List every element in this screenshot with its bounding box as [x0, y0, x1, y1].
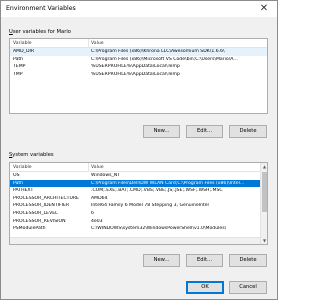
ok-button[interactable]: OK: [186, 281, 224, 294]
table-row[interactable]: OS Windows_NT: [10, 172, 267, 180]
table-row[interactable]: PROCESSOR_LEVEL 6: [10, 210, 267, 218]
environment-variables-dialog: Environment Variables ✕ User variables f…: [0, 0, 278, 300]
table-row[interactable]: Path C:\Program Files (x86)\Microsoft VS…: [10, 56, 267, 64]
variable-name: PROCESSOR_LEVEL: [13, 211, 58, 216]
table-row[interactable]: PROCESSOR_ARCHITECTURE AMD64: [10, 195, 267, 203]
table-row[interactable]: TMP %USERPROFILE%\AppData\Local\Temp: [10, 71, 267, 79]
system-edit-button[interactable]: Edit...: [186, 254, 223, 267]
system-delete-button[interactable]: Delete: [229, 254, 267, 267]
column-header-variable[interactable]: Variable: [13, 165, 32, 170]
variable-value: Intel64 Family 6 Model 78 Stepping 3, Ge…: [91, 203, 209, 209]
variable-name: TEMP: [13, 64, 26, 70]
variable-name: PROCESSOR_REVISION: [13, 218, 66, 224]
variable-name: AMD_DIR: [13, 49, 35, 54]
variable-name: Path: [13, 56, 24, 62]
variable-value: 6: [91, 211, 94, 216]
title-bar: Environment Variables ✕: [1, 1, 277, 17]
table-row[interactable]: AMD_DIR C:\Program Files (x86)\Khrona LL…: [10, 48, 267, 56]
table-row[interactable]: TEMP %USERPROFILE%\AppData\Local\Temp: [10, 63, 267, 71]
variable-name: PSModulePath: [13, 226, 46, 232]
close-icon[interactable]: ✕: [257, 2, 271, 16]
variable-value: AMD64: [91, 195, 108, 201]
user-new-button[interactable]: New...: [143, 125, 180, 138]
variable-value: C:\WINDOWS\system32\WindowsPowerShell\v1…: [91, 226, 227, 232]
table-row[interactable]: PROCESSOR_IDENTIFIER Intel64 Family 6 Mo…: [10, 202, 267, 210]
column-header-variable[interactable]: Variable: [13, 41, 32, 46]
variable-value: .COM;.EXE;.BAT;.CMD;.VBS;.VBE;.JS;.JSE;.…: [91, 188, 223, 194]
vertical-scrollbar[interactable]: ▲ ▼: [260, 163, 267, 244]
variable-value: %USERPROFILE%\AppData\Local\Temp: [91, 64, 180, 70]
user-variables-list[interactable]: Variable Value AMD_DIR C:\Program Files …: [9, 38, 268, 114]
table-row[interactable]: PATHEXT .COM;.EXE;.BAT;.CMD;.VBS;.VBE;.J…: [10, 187, 267, 195]
scroll-down-icon[interactable]: ▼: [261, 237, 267, 244]
system-variables-header: Variable Value: [10, 163, 267, 172]
scroll-up-icon[interactable]: ▲: [261, 163, 267, 170]
table-row-selected[interactable]: Path C:\Program Files\Dell\DW WLAN Card;…: [10, 179, 262, 188]
column-divider[interactable]: [88, 39, 89, 48]
system-new-button[interactable]: New...: [143, 254, 180, 267]
variable-name: PATHEXT: [13, 188, 34, 194]
system-variables-list[interactable]: Variable Value OS Windows_NT Path C:\Pro…: [9, 162, 268, 245]
variable-name: TMP: [13, 71, 23, 77]
column-divider[interactable]: [88, 163, 89, 172]
variable-name: Path: [13, 180, 24, 186]
variable-value: C:\Program Files (x86)\Microsoft VS Code…: [91, 56, 238, 62]
scrollbar-thumb[interactable]: [262, 172, 267, 212]
variable-name: PROCESSOR_IDENTIFIER: [13, 203, 70, 209]
variable-value: 4e03: [91, 218, 103, 224]
column-header-value[interactable]: Value: [91, 165, 104, 170]
user-edit-button[interactable]: Edit...: [186, 125, 223, 138]
user-variables-label: User variables for Mario: [9, 29, 71, 35]
variable-name: OS: [13, 173, 20, 178]
variable-value: C:\Program Files (x86)\Khrona LLC\Awesom…: [91, 49, 225, 54]
variable-value: %USERPROFILE%\AppData\Local\Temp: [91, 71, 180, 77]
system-variables-label: System variables: [9, 152, 54, 158]
cancel-button[interactable]: Cancel: [229, 281, 267, 294]
window-title: Environment Variables: [6, 5, 76, 12]
variable-value: Windows_NT: [91, 173, 121, 178]
user-delete-button[interactable]: Delete: [229, 125, 267, 138]
user-variables-header: Variable Value: [10, 39, 267, 48]
variable-value: C:\Program Files\Dell\DW WLAN Card;C:\Pr…: [91, 180, 245, 186]
horizontal-scrollbar[interactable]: [10, 237, 260, 244]
table-row[interactable]: PSModulePath C:\WINDOWS\system32\Windows…: [10, 225, 267, 233]
variable-name: PROCESSOR_ARCHITECTURE: [13, 195, 79, 201]
column-header-value[interactable]: Value: [91, 41, 104, 46]
table-row[interactable]: PROCESSOR_REVISION 4e03: [10, 218, 267, 226]
